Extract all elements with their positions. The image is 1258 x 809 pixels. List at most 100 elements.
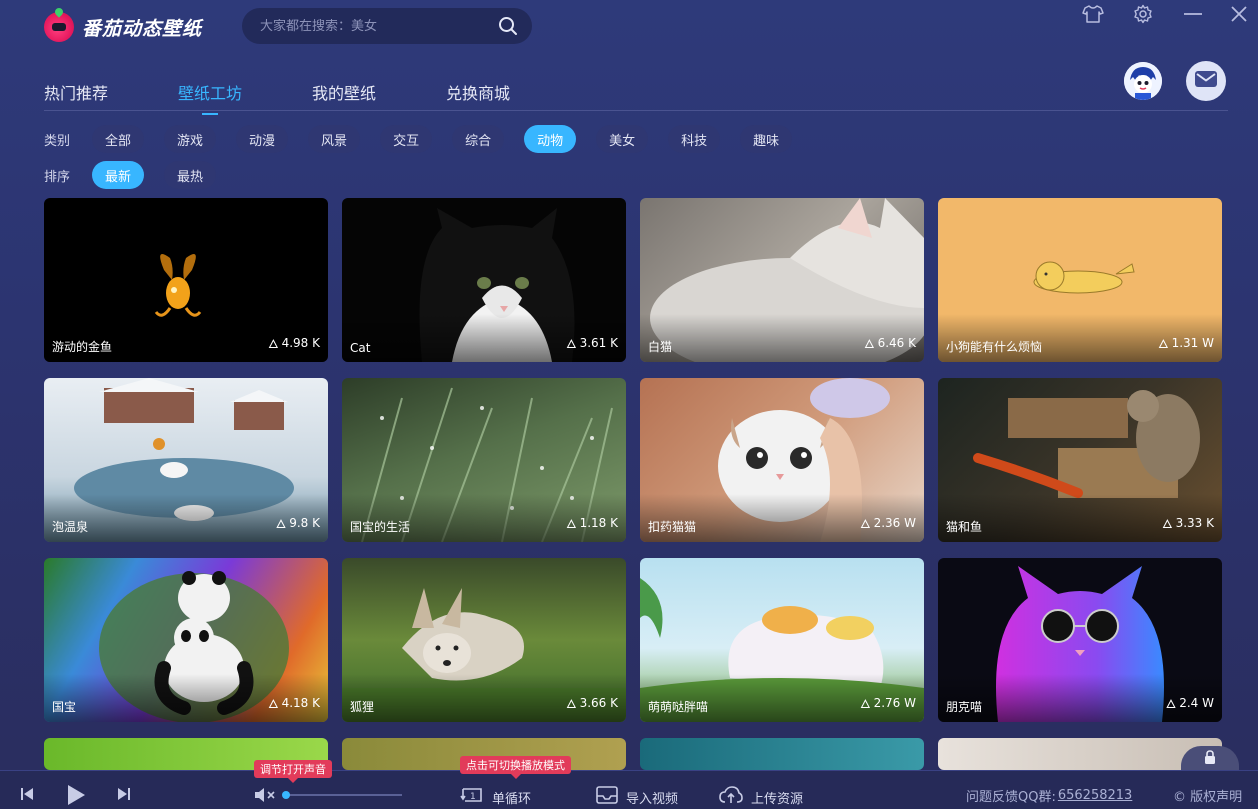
play-icon[interactable]	[66, 784, 86, 806]
tomato-logo-icon	[44, 12, 74, 42]
wallpaper-title: 国宝	[52, 700, 77, 714]
wallpaper-title: 泡温泉	[52, 520, 89, 534]
wallpaper-card[interactable]: 扣药猫猫 🜂 2.36 W	[640, 378, 924, 542]
mute-volume-icon[interactable]	[254, 787, 276, 803]
lock-button[interactable]	[1181, 746, 1239, 770]
wallpaper-card[interactable]: 朋克喵 🜂 2.4 W	[938, 558, 1222, 722]
skin-shirt-icon[interactable]	[1079, 2, 1107, 26]
minimize-icon[interactable]	[1179, 2, 1207, 26]
flame-icon: 🜂	[1158, 337, 1169, 351]
wallpaper-card[interactable]: 萌萌哒胖喵 🜂 2.76 W	[640, 558, 924, 722]
svg-text:1: 1	[470, 792, 476, 802]
wallpaper-heat: 🜂 4.98 K	[268, 330, 320, 355]
wallpaper-card[interactable]: 游动的金鱼 🜂 4.98 K	[44, 198, 328, 362]
app-logo: 番茄动态壁纸	[44, 12, 202, 42]
wallpaper-heat: 🜂 9.8 K	[276, 510, 320, 535]
main-tabs: 热门推荐 壁纸工坊 我的壁纸 兑换商城	[44, 80, 580, 115]
user-avatar[interactable]	[1124, 62, 1162, 100]
wallpaper-card[interactable]: 白猫 🜂 6.46 K	[640, 198, 924, 362]
settings-gear-icon[interactable]	[1129, 2, 1157, 26]
search-input[interactable]	[260, 18, 490, 34]
wallpaper-title: 小狗能有什么烦恼	[946, 340, 1043, 354]
wallpaper-heat: 🜂 1.31 W	[1158, 330, 1214, 355]
sort-label: 排序	[44, 169, 71, 185]
flame-icon: 🜂	[566, 517, 577, 531]
copyright-link[interactable]: © 版权声明	[1173, 786, 1242, 805]
category-chip-general[interactable]: 综合	[452, 125, 505, 153]
wallpaper-card[interactable]: Cat 🜂 3.61 K	[342, 198, 626, 362]
mail-icon	[1195, 71, 1217, 91]
wallpaper-title: 朋克喵	[946, 700, 983, 714]
qq-group-link[interactable]: 656258213	[1058, 788, 1132, 803]
category-chip-fun[interactable]: 趣味	[740, 125, 793, 153]
import-video-button[interactable]: 导入视频	[596, 786, 678, 808]
close-icon[interactable]	[1225, 2, 1253, 26]
flame-icon: 🜂	[1162, 517, 1173, 531]
wallpaper-card[interactable]: 小狗能有什么烦恼 🜂 1.31 W	[938, 198, 1222, 362]
flame-icon: 🜂	[860, 517, 871, 531]
category-chip-beauty[interactable]: 美女	[596, 125, 649, 153]
wallpaper-card[interactable]: 泡温泉 🜂 9.8 K	[44, 378, 328, 542]
wallpaper-card[interactable]: 国宝的生活 🜂 1.18 K	[342, 378, 626, 542]
wallpaper-heat: 🜂 6.46 K	[864, 330, 916, 355]
play-mode-button[interactable]: 1 单循环	[460, 786, 531, 808]
wallpaper-card[interactable]: 猫和鱼 🜂 3.33 K	[938, 378, 1222, 542]
flame-icon: 🜂	[268, 697, 279, 711]
sort-chip-newest[interactable]: 最新	[92, 161, 145, 189]
play-mode-label: 单循环	[492, 791, 532, 807]
sort-chip-hottest[interactable]: 最热	[164, 161, 217, 189]
tab-wallpaper-workshop[interactable]: 壁纸工坊	[178, 80, 242, 115]
mail-button[interactable]	[1186, 61, 1226, 101]
tab-exchange-store[interactable]: 兑换商城	[446, 80, 510, 114]
wallpaper-title: 扣药猫猫	[648, 520, 697, 534]
title-bar: 番茄动态壁纸	[0, 0, 1258, 54]
previous-icon[interactable]	[19, 786, 35, 802]
cloud-upload-icon	[719, 786, 743, 808]
next-icon[interactable]	[116, 786, 132, 802]
flame-icon: 🜂	[566, 337, 577, 351]
wallpaper-card-partial[interactable]	[640, 738, 924, 770]
import-video-icon	[596, 786, 618, 808]
flame-icon: 🜂	[566, 697, 577, 711]
wallpaper-heat: 🜂 3.33 K	[1162, 510, 1214, 535]
category-label: 类别	[44, 133, 71, 149]
feedback-group: 问题反馈QQ群: 656258213	[966, 786, 1132, 805]
wallpaper-heat: 🜂 1.18 K	[566, 510, 618, 535]
play-mode-tooltip: 点击可切换播放模式	[460, 756, 571, 779]
upload-resource-button[interactable]: 上传资源	[719, 786, 803, 808]
flame-icon: 🜂	[275, 517, 287, 531]
flame-icon: 🜂	[1165, 697, 1177, 711]
wallpaper-heat: 🜂 3.66 K	[566, 690, 618, 715]
feedback-label: 问题反馈QQ群:	[966, 790, 1056, 805]
volume-slider-track[interactable]	[284, 794, 402, 796]
search-box[interactable]	[242, 8, 532, 44]
flame-icon: 🜂	[860, 697, 871, 711]
wallpaper-heat: 🜂 2.4 W	[1166, 690, 1214, 715]
category-chip-interactive[interactable]: 交互	[380, 125, 433, 153]
wallpaper-heat: 🜂 4.18 K	[268, 690, 320, 715]
flame-icon: 🜂	[864, 337, 875, 351]
wallpaper-card-partial[interactable]	[938, 738, 1222, 770]
wallpaper-heat: 🜂 2.76 W	[860, 690, 916, 715]
wallpaper-title: 猫和鱼	[946, 520, 983, 534]
import-video-label: 导入视频	[626, 791, 679, 807]
tab-my-wallpapers[interactable]: 我的壁纸	[312, 80, 376, 114]
wallpaper-heat: 🜂 3.61 K	[566, 330, 618, 355]
category-filter-row: 类别 全部 游戏 动漫 风景 交互 综合 动物 美女 科技 趣味	[44, 125, 812, 153]
app-name: 番茄动态壁纸	[82, 17, 203, 40]
category-chip-game[interactable]: 游戏	[164, 125, 217, 153]
volume-slider-knob[interactable]	[282, 791, 290, 799]
wallpaper-card[interactable]: 狐狸 🜂 3.66 K	[342, 558, 626, 722]
category-chip-all[interactable]: 全部	[92, 125, 145, 153]
search-icon[interactable]	[498, 16, 518, 40]
tab-hot-recommend[interactable]: 热门推荐	[44, 80, 108, 114]
volume-tooltip: 调节打开声音	[254, 760, 332, 783]
category-chip-tech[interactable]: 科技	[668, 125, 721, 153]
category-chip-anime[interactable]: 动漫	[236, 125, 289, 153]
category-chip-scenery[interactable]: 风景	[308, 125, 361, 153]
category-chip-animal[interactable]: 动物	[524, 125, 577, 153]
wallpaper-title: 游动的金鱼	[52, 340, 113, 354]
wallpaper-card[interactable]: 国宝 🜂 4.18 K	[44, 558, 328, 722]
tab-divider	[44, 110, 1228, 111]
flame-icon: 🜂	[268, 337, 279, 351]
